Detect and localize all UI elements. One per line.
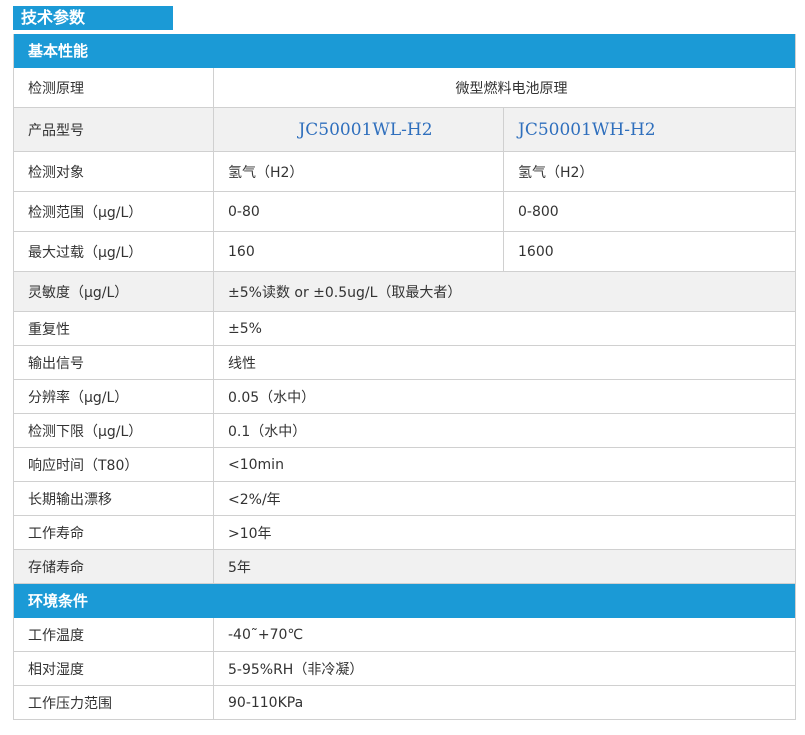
model-b: JC50001WH-H2 [518,119,656,140]
row-value: ±5% [228,320,262,337]
value-a: 160 [214,232,504,271]
row-value: <10min [228,456,284,473]
row-label: 产品型号 [14,108,214,151]
table-row: 灵敏度（μg/L） ±5%读数 or ±0.5ug/L（取最大者） [14,272,795,312]
table-row: 相对湿度 5-95%RH（非冷凝） [14,652,795,686]
section-header-basic: 基本性能 [14,34,795,68]
table-row: 工作温度 -40˜+70℃ [14,618,795,652]
row-value: -40˜+70℃ [228,626,304,643]
table-row: 检测对象 氢气（H2） 氢气（H2） [14,152,795,192]
row-label: 相对湿度 [14,652,214,685]
row-label: 响应时间（T80） [14,448,214,481]
row-value: 5-95%RH（非冷凝） [228,661,364,678]
model-a: JC50001WL-H2 [214,108,504,151]
table-row: 输出信号 线性 [14,346,795,380]
row-label: 长期输出漂移 [14,482,214,515]
value-a: 氢气（H2） [214,152,504,191]
value-a: 0-80 [214,192,504,231]
row-label: 存储寿命 [14,550,214,583]
row-value: ±5%读数 or ±0.5ug/L（取最大者） [228,284,462,301]
row-label: 分辨率（μg/L） [14,380,214,413]
row-value: >10年 [228,525,272,542]
table-row: 工作寿命 >10年 [14,516,795,550]
row-label: 工作寿命 [14,516,214,549]
row-value: <2%/年 [228,491,281,508]
table-row: 产品型号 JC50001WL-H2 JC50001WH-H2 [14,108,795,152]
table-row: 检测范围（μg/L） 0-80 0-800 [14,192,795,232]
spec-table: 基本性能 检测原理 微型燃料电池原理 产品型号 JC50001WL-H2 JC5… [13,34,796,720]
row-label: 重复性 [14,312,214,345]
row-label: 检测下限（μg/L） [14,414,214,447]
row-label: 检测原理 [14,68,214,107]
table-row: 响应时间（T80） <10min [14,448,795,482]
value-b: 1600 [518,243,554,260]
row-label: 最大过载（μg/L） [14,232,214,271]
section-header-env: 环境条件 [14,584,795,618]
row-label: 检测范围（μg/L） [14,192,214,231]
table-row: 分辨率（μg/L） 0.05（水中） [14,380,795,414]
row-label: 输出信号 [14,346,214,379]
table-row: 检测原理 微型燃料电池原理 [14,68,795,108]
row-value: 90-110KPa [228,694,304,711]
row-value: 5年 [228,559,251,576]
row-label: 工作压力范围 [14,686,214,719]
table-row: 长期输出漂移 <2%/年 [14,482,795,516]
row-label: 灵敏度（μg/L） [14,272,214,311]
row-value: 0.1（水中） [228,423,307,440]
row-value: 0.05（水中） [228,389,316,406]
table-row: 重复性 ±5% [14,312,795,346]
row-value: 微型燃料电池原理 [455,80,568,97]
row-label: 检测对象 [14,152,214,191]
row-value: 线性 [228,355,256,372]
table-row: 工作压力范围 90-110KPa [14,686,795,720]
value-b: 0-800 [518,203,559,220]
value-b: 氢气（H2） [518,164,594,181]
table-row: 存储寿命 5年 [14,550,795,584]
row-label: 工作温度 [14,618,214,651]
table-row: 检测下限（μg/L） 0.1（水中） [14,414,795,448]
table-row: 最大过载（μg/L） 160 1600 [14,232,795,272]
page-title: 技术参数 [13,6,173,30]
